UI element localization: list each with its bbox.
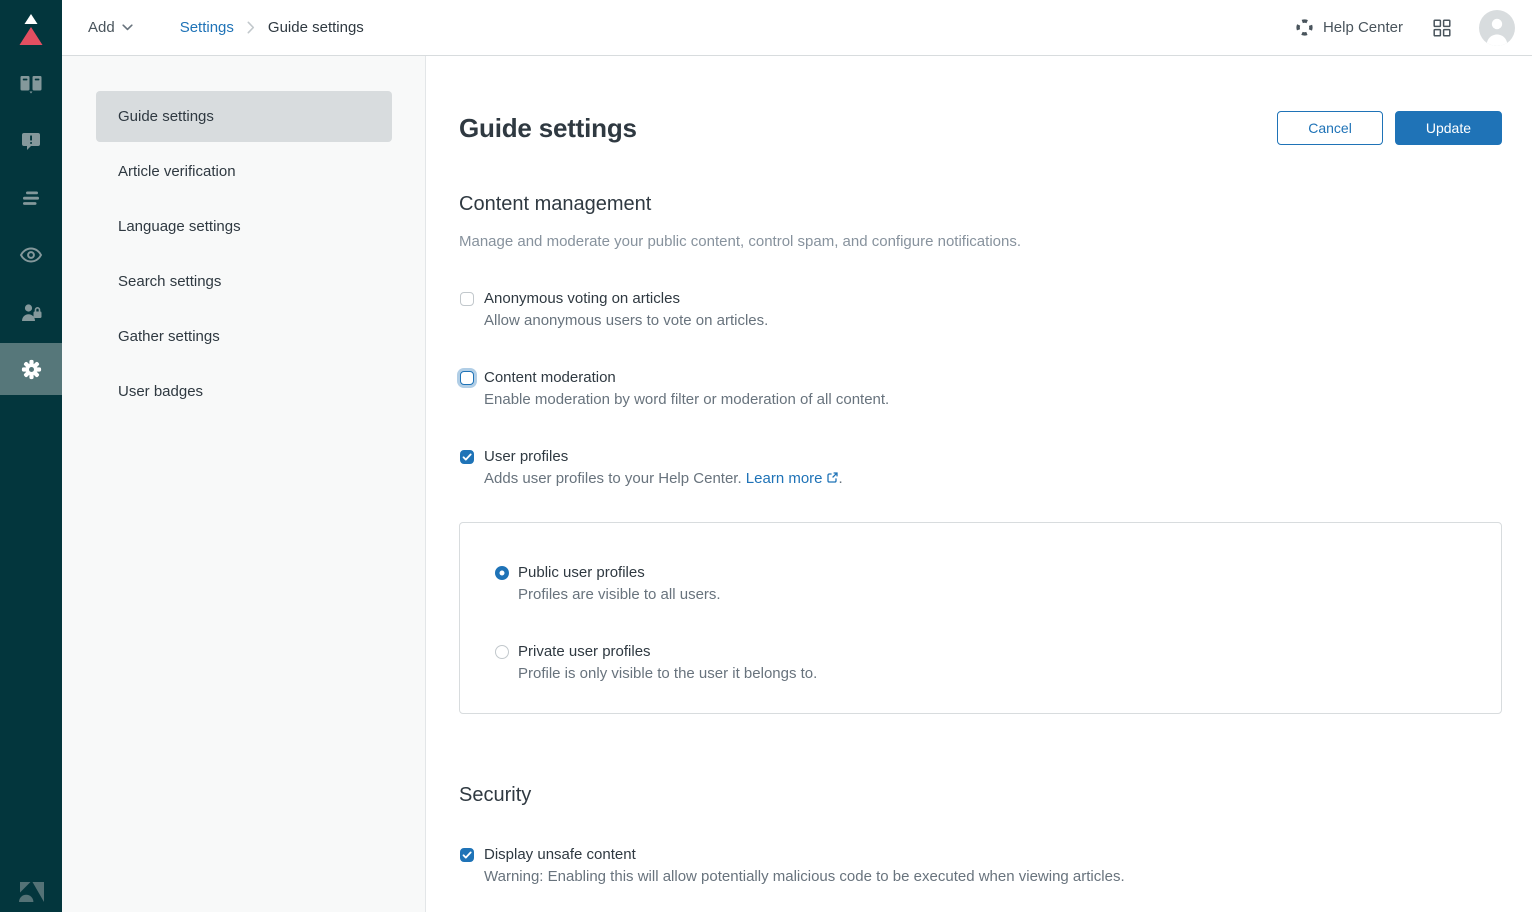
content-moderation-description: Enable moderation by word filter or mode… xyxy=(484,389,889,411)
user-profiles-description: Adds user profiles to your Help Center. … xyxy=(484,468,843,490)
external-link-icon xyxy=(826,471,839,484)
chevron-right-icon xyxy=(247,21,255,34)
user-profiles-label[interactable]: User profiles xyxy=(484,446,843,468)
content-moderation-label[interactable]: Content moderation xyxy=(484,367,889,389)
rail-item-preview[interactable] xyxy=(0,229,62,281)
description-prefix: Adds user profiles to your Help Center. xyxy=(484,470,746,487)
arrange-content-icon xyxy=(20,190,42,207)
subnav-item-search-settings[interactable]: Search settings xyxy=(96,256,392,307)
knowledge-book-icon xyxy=(19,75,43,94)
subnav-item-language-settings[interactable]: Language settings xyxy=(96,201,392,252)
display-unsafe-content-label[interactable]: Display unsafe content xyxy=(484,844,1125,866)
lifesaver-icon xyxy=(1295,18,1314,37)
rail-item-knowledge[interactable] xyxy=(0,58,62,110)
profile-visibility-card: Public user profiles Profiles are visibl… xyxy=(459,522,1502,714)
option-text: Public user profiles Profiles are visibl… xyxy=(518,562,721,606)
page-header: Guide settings Cancel Update xyxy=(459,111,1502,145)
display-unsafe-content-checkbox[interactable] xyxy=(460,848,474,862)
page-actions: Cancel Update xyxy=(1277,111,1502,145)
option-text: Anonymous voting on articles Allow anony… xyxy=(484,288,768,332)
option-user-profiles: User profiles Adds user profiles to your… xyxy=(459,446,1502,490)
anonymous-voting-label[interactable]: Anonymous voting on articles xyxy=(484,288,768,310)
main-content: Guide settings Cancel Update Content man… xyxy=(427,57,1532,912)
top-bar: Add Settings Guide settings Help Center xyxy=(62,0,1532,56)
avatar[interactable] xyxy=(1479,10,1515,46)
settings-subnav: Guide settings Article verification Lang… xyxy=(62,56,426,912)
check-icon xyxy=(461,451,473,463)
option-private-profiles: Private user profiles Profile is only vi… xyxy=(495,641,1481,685)
section-heading-content-management: Content management xyxy=(459,193,1502,215)
chevron-down-icon xyxy=(122,24,133,31)
private-profiles-radio[interactable] xyxy=(495,645,509,659)
anonymous-voting-checkbox[interactable] xyxy=(460,292,474,306)
content-moderation-checkbox[interactable] xyxy=(460,371,474,385)
option-text: Display unsafe content Warning: Enabling… xyxy=(484,844,1125,888)
user-profiles-checkbox[interactable] xyxy=(460,450,474,464)
product-rail xyxy=(0,0,62,912)
option-content-moderation: Content moderation Enable moderation by … xyxy=(459,367,1502,411)
subnav-item-gather-settings[interactable]: Gather settings xyxy=(96,311,392,362)
grid-icon xyxy=(1433,19,1451,37)
guide-logo-icon xyxy=(14,8,48,48)
public-profiles-radio[interactable] xyxy=(495,566,509,580)
section-heading-security: Security xyxy=(459,784,1502,806)
add-menu-button[interactable]: Add xyxy=(88,19,133,36)
option-public-profiles: Public user profiles Profiles are visibl… xyxy=(495,562,1481,606)
anonymous-voting-description: Allow anonymous users to vote on article… xyxy=(484,310,768,332)
learn-more-label: Learn more xyxy=(746,470,823,487)
option-display-unsafe-content: Display unsafe content Warning: Enabling… xyxy=(459,844,1502,888)
rail-item-user-permissions[interactable] xyxy=(0,286,62,338)
breadcrumb-current: Guide settings xyxy=(268,19,364,36)
description-suffix: . xyxy=(839,470,843,487)
option-anonymous-voting: Anonymous voting on articles Allow anony… xyxy=(459,288,1502,332)
option-text: Private user profiles Profile is only vi… xyxy=(518,641,817,685)
subnav-item-guide-settings[interactable]: Guide settings xyxy=(96,91,392,142)
update-button[interactable]: Update xyxy=(1395,111,1502,145)
settings-gear-icon xyxy=(20,358,43,381)
breadcrumb-settings-link[interactable]: Settings xyxy=(180,19,234,36)
public-profiles-label[interactable]: Public user profiles xyxy=(518,562,721,584)
display-unsafe-content-description: Warning: Enabling this will allow potent… xyxy=(484,866,1125,888)
add-label: Add xyxy=(88,19,115,36)
option-text: Content moderation Enable moderation by … xyxy=(484,367,889,411)
option-text: User profiles Adds user profiles to your… xyxy=(484,446,843,490)
subnav-item-article-verification[interactable]: Article verification xyxy=(96,146,392,197)
cancel-button[interactable]: Cancel xyxy=(1277,111,1383,145)
page-title: Guide settings xyxy=(459,113,637,144)
breadcrumb: Settings Guide settings xyxy=(180,19,364,36)
help-center-button[interactable]: Help Center xyxy=(1295,18,1403,37)
preview-eye-icon xyxy=(19,246,43,264)
check-icon xyxy=(461,849,473,861)
learn-more-link[interactable]: Learn more xyxy=(746,470,839,487)
private-profiles-description: Profile is only visible to the user it b… xyxy=(518,663,817,685)
subnav-item-user-badges[interactable]: User badges xyxy=(96,366,392,417)
rail-item-moderation[interactable] xyxy=(0,115,62,167)
rail-item-arrange-content[interactable] xyxy=(0,172,62,224)
public-profiles-description: Profiles are visible to all users. xyxy=(518,584,721,606)
guide-product-logo[interactable] xyxy=(0,0,62,56)
moderation-bubble-icon xyxy=(20,131,42,151)
private-profiles-label[interactable]: Private user profiles xyxy=(518,641,817,663)
section-description: Manage and moderate your public content,… xyxy=(459,232,1502,252)
apps-grid-button[interactable] xyxy=(1433,19,1451,37)
zendesk-logo-icon xyxy=(0,879,62,905)
help-center-label: Help Center xyxy=(1323,19,1403,36)
rail-item-settings[interactable] xyxy=(0,343,62,395)
topbar-right: Help Center xyxy=(1295,10,1515,46)
user-permissions-icon xyxy=(20,302,43,322)
user-silhouette-icon xyxy=(1479,10,1515,46)
